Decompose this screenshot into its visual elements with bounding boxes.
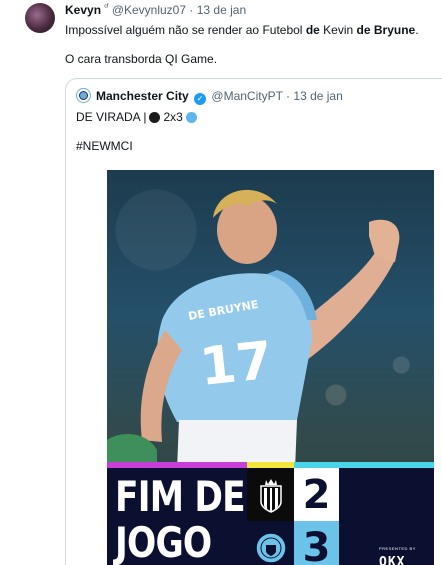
meta-separator: · <box>286 89 291 103</box>
hashtag-link[interactable]: #NEWMCI <box>76 139 133 153</box>
mancity-crest-icon <box>79 91 88 100</box>
tweet-text-part: Kevin <box>319 23 357 37</box>
tweet-media-image[interactable]: 17 DE BRUYNE FIM DE JOGO 2 3 PRESENTED B… <box>107 170 434 565</box>
presented-by-label: PRESENTED BY <box>379 546 416 551</box>
away-score: 3 <box>294 521 339 565</box>
tweet-text-part: . <box>415 23 419 37</box>
quoted-tweet-date[interactable]: 13 de jan <box>293 89 342 103</box>
tweet-text-line1: Impossível alguém não se render ao Futeb… <box>65 23 419 37</box>
okx-logo: OKX <box>379 555 406 565</box>
avatar[interactable] <box>25 3 55 33</box>
final-whistle-title: FIM DE JOGO <box>115 472 246 565</box>
home-score: 2 <box>294 468 339 521</box>
author-name-suffix: ᶜᶠ <box>104 4 109 11</box>
quoted-tweet-line1: DE VIRADA | 2x3 <box>76 110 197 124</box>
blue-circle-emoji-icon <box>185 111 197 123</box>
author-name[interactable]: Kevyn <box>65 3 101 17</box>
sponsor-logo: PRESENTED BY OKX <box>379 546 416 565</box>
tweet-text-bold: de <box>305 23 320 37</box>
quoted-author-name[interactable]: Manchester City <box>96 89 189 103</box>
author-handle[interactable]: @Kevynluz07 <box>112 3 186 17</box>
accent-bar-magenta <box>107 462 247 468</box>
black-circle-emoji-icon <box>149 111 161 123</box>
verified-check-icon: ✓ <box>194 93 207 105</box>
mancity-crest-graphic <box>254 531 287 564</box>
tweet-date[interactable]: 13 de jan <box>197 3 246 17</box>
quoted-text-prefix: DE VIRADA | <box>76 110 147 124</box>
quoted-author-handle[interactable]: @ManCityPT <box>211 89 282 103</box>
tweet-text-part: Impossível alguém não se render ao Futeb… <box>65 23 306 37</box>
tweet-text-bold: de Bryune <box>356 23 416 37</box>
newcastle-crest-icon <box>247 468 294 521</box>
meta-separator: · <box>189 3 194 17</box>
scoreboard: FIM DE JOGO 2 3 PRESENTED BY OKX <box>107 462 434 565</box>
mancity-crest-icon <box>247 521 294 565</box>
player-photo: 17 DE BRUYNE <box>107 189 400 470</box>
quoted-text-score: 2x3 <box>163 110 183 124</box>
quoted-tweet[interactable]: Manchester City ✓ @ManCityPT · 13 de jan… <box>65 78 442 565</box>
title-line2: JOGO <box>115 518 212 565</box>
mancity-avatar[interactable] <box>76 88 91 103</box>
title-line1: FIM DE <box>115 472 246 521</box>
jersey-number: 17 <box>197 331 275 398</box>
tweet[interactable]: Kevyn ᶜᶠ @Kevynluz07 · 13 de jan Impossí… <box>0 0 442 565</box>
tweet-header: Kevyn ᶜᶠ @Kevynluz07 · 13 de jan <box>65 3 246 17</box>
tweet-text-line2: O cara transborda QI Game. <box>65 52 218 66</box>
quoted-tweet-header: Manchester City ✓ @ManCityPT · 13 de jan <box>96 89 343 105</box>
newcastle-crest-graphic <box>259 478 282 513</box>
